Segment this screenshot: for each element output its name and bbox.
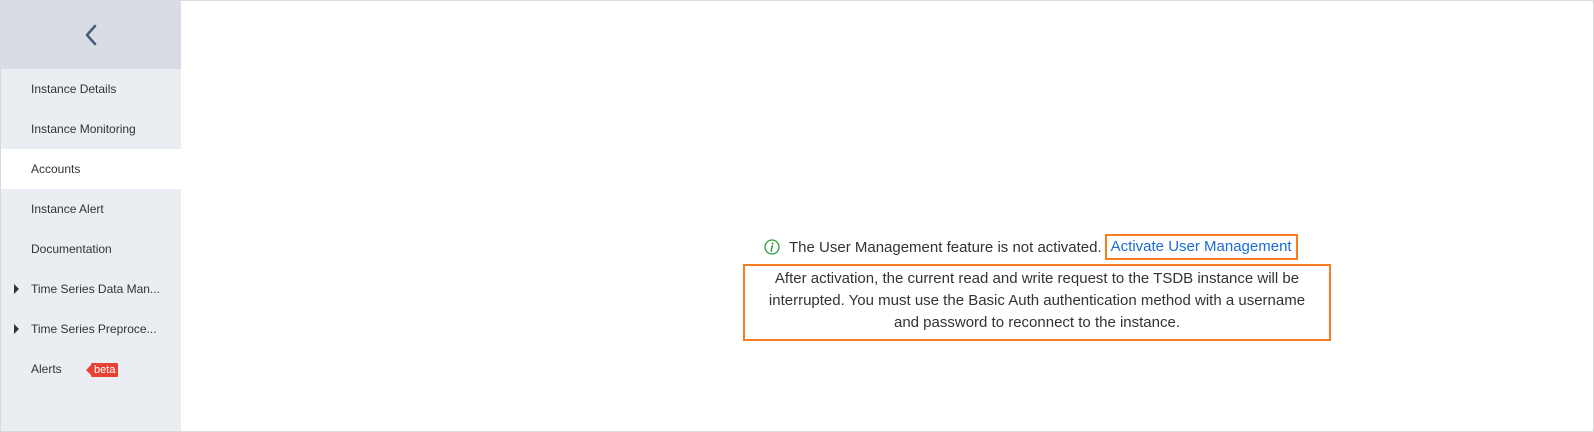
sidebar-item-label: Alerts — [31, 362, 62, 376]
sidebar-item-instance-monitoring[interactable]: Instance Monitoring — [1, 109, 181, 149]
activation-warning: After activation, the current read and w… — [743, 264, 1331, 341]
sidebar-item-accounts[interactable]: Accounts — [1, 149, 181, 189]
sidebar-item-alerts[interactable]: Alerts beta — [1, 349, 181, 389]
sidebar: Instance Details Instance Monitoring Acc… — [1, 1, 181, 431]
warning-line: and password to reconnect to the instanc… — [893, 314, 1180, 331]
sidebar-item-instance-alert[interactable]: Instance Alert — [1, 189, 181, 229]
sidebar-back-button[interactable] — [1, 1, 181, 69]
app-frame: Instance Details Instance Monitoring Acc… — [0, 0, 1594, 432]
info-circle-icon — [764, 239, 780, 255]
sidebar-item-label: Documentation — [31, 242, 112, 256]
notice-text: The User Management feature is not activ… — [789, 238, 1102, 256]
sidebar-item-label: Accounts — [31, 162, 81, 176]
beta-badge: beta — [85, 362, 119, 377]
sidebar-item-label: Time Series Data Man... — [31, 282, 160, 296]
caret-right-icon — [14, 324, 19, 334]
caret-right-icon — [14, 284, 19, 294]
sidebar-item-label: Time Series Preproce... — [31, 322, 157, 336]
sidebar-item-time-series-data-management[interactable]: Time Series Data Man... — [1, 269, 181, 309]
activate-user-management-link[interactable]: Activate User Management — [1104, 234, 1298, 260]
main-content: The User Management feature is not activ… — [181, 1, 1593, 431]
warning-line: After activation, the current read and w… — [774, 270, 1300, 287]
sidebar-item-documentation[interactable]: Documentation — [1, 229, 181, 269]
sidebar-item-label: Instance Alert — [31, 202, 104, 216]
warning-line: interrupted. You must use the Basic Auth… — [768, 292, 1306, 309]
sidebar-item-label: Instance Details — [31, 82, 117, 96]
sidebar-item-instance-details[interactable]: Instance Details — [1, 69, 181, 109]
sidebar-nav: Instance Details Instance Monitoring Acc… — [1, 69, 181, 389]
sidebar-item-label: Instance Monitoring — [31, 122, 136, 136]
chevron-left-icon — [85, 24, 97, 46]
activation-notice: The User Management feature is not activ… — [764, 234, 1298, 260]
sidebar-item-time-series-preprocessing[interactable]: Time Series Preproce... — [1, 309, 181, 349]
